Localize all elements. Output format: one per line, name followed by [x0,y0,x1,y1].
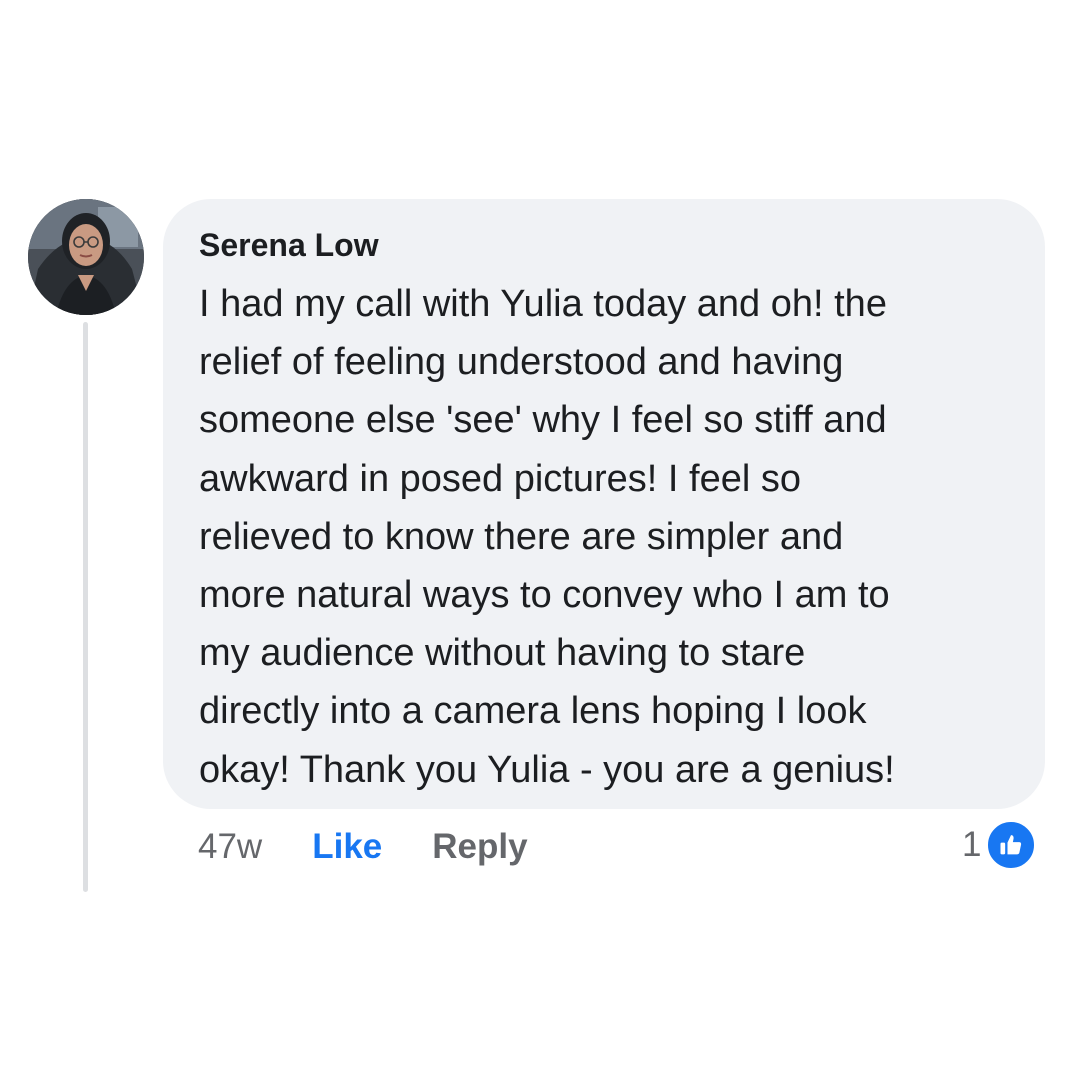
comment-actions: 47w Like Reply [198,822,528,872]
comment-text-line: someone else 'see' why I feel so stiff a… [199,399,887,442]
reaction-summary[interactable]: 1 [962,819,1038,871]
thumbs-up-icon [985,819,1038,871]
comment-text-line: my audience without having to stare [199,632,806,675]
comment-text-line: relief of feeling understood and having [199,341,844,384]
comment-text-line: I had my call with Yulia today and oh! t… [199,283,887,325]
comment-text-line: directly into a camera lens hoping I loo… [199,690,867,733]
comment-text-line: more natural ways to convey who I am to [199,574,890,617]
like-button[interactable]: Like [312,827,382,867]
reply-button[interactable]: Reply [432,827,527,867]
timestamp[interactable]: 47w [198,827,262,867]
avatar[interactable] [28,199,144,315]
profile-photo-icon [28,199,144,315]
author-name[interactable]: Serena Low [199,225,1015,265]
comment-bubble: Serena Low I had my call with Yulia toda… [163,199,1045,809]
comment-text: I had my call with Yulia today and oh! t… [199,275,1015,799]
comment-text-line: relieved to know there are simpler and [199,515,844,558]
comment-text-line: awkward in posed pictures! I feel so [199,457,801,500]
comment-text-line: okay! Thank you Yulia - you are a genius… [199,748,895,791]
thread-line [83,322,88,892]
comment-thread: Serena Low I had my call with Yulia toda… [0,0,1072,1072]
reaction-count: 1 [962,825,982,864]
